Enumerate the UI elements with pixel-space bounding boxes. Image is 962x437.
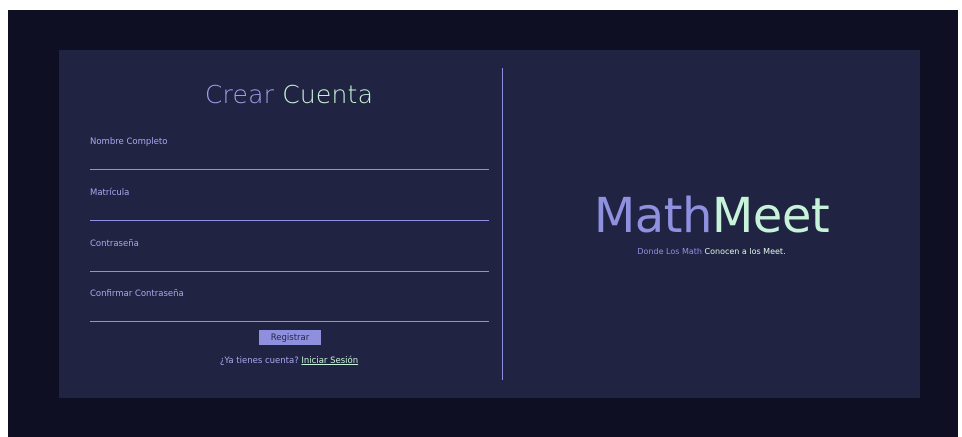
brand-tagline: Donde Los Math Conocen a los Meet. <box>503 247 920 256</box>
page-background: Crear Cuenta Nombre Completo Matrícula C… <box>8 10 958 437</box>
password-input[interactable] <box>90 253 489 272</box>
login-prompt: ¿Ya tienes cuenta? Iniciar Sesión <box>59 356 519 366</box>
brand-logo: MathMeet <box>503 190 920 242</box>
tagline-part1: Donde Los Math <box>637 247 702 256</box>
password-label: Contraseña <box>90 239 139 249</box>
form-title-part1: Crear <box>204 80 275 109</box>
register-button[interactable]: Registrar <box>259 330 321 345</box>
brand-name-part2: Meet <box>711 188 830 244</box>
signup-card: Crear Cuenta Nombre Completo Matrícula C… <box>59 50 920 398</box>
tagline-part2: Conocen a los Meet. <box>704 247 786 256</box>
login-prompt-text: ¿Ya tienes cuenta? <box>219 356 299 366</box>
full-name-label: Nombre Completo <box>90 137 168 147</box>
form-title: Crear Cuenta <box>59 80 519 109</box>
brand-name-part1: Math <box>593 188 713 244</box>
form-title-part2: Cuenta <box>282 80 374 109</box>
enrollment-label: Matrícula <box>90 188 130 198</box>
full-name-input[interactable] <box>90 151 489 170</box>
login-link[interactable]: Iniciar Sesión <box>301 356 358 366</box>
enrollment-input[interactable] <box>90 202 489 221</box>
confirm-password-label: Confirmar Contraseña <box>90 289 184 299</box>
confirm-password-input[interactable] <box>90 303 489 322</box>
signup-form: Crear Cuenta Nombre Completo Matrícula C… <box>59 50 503 398</box>
